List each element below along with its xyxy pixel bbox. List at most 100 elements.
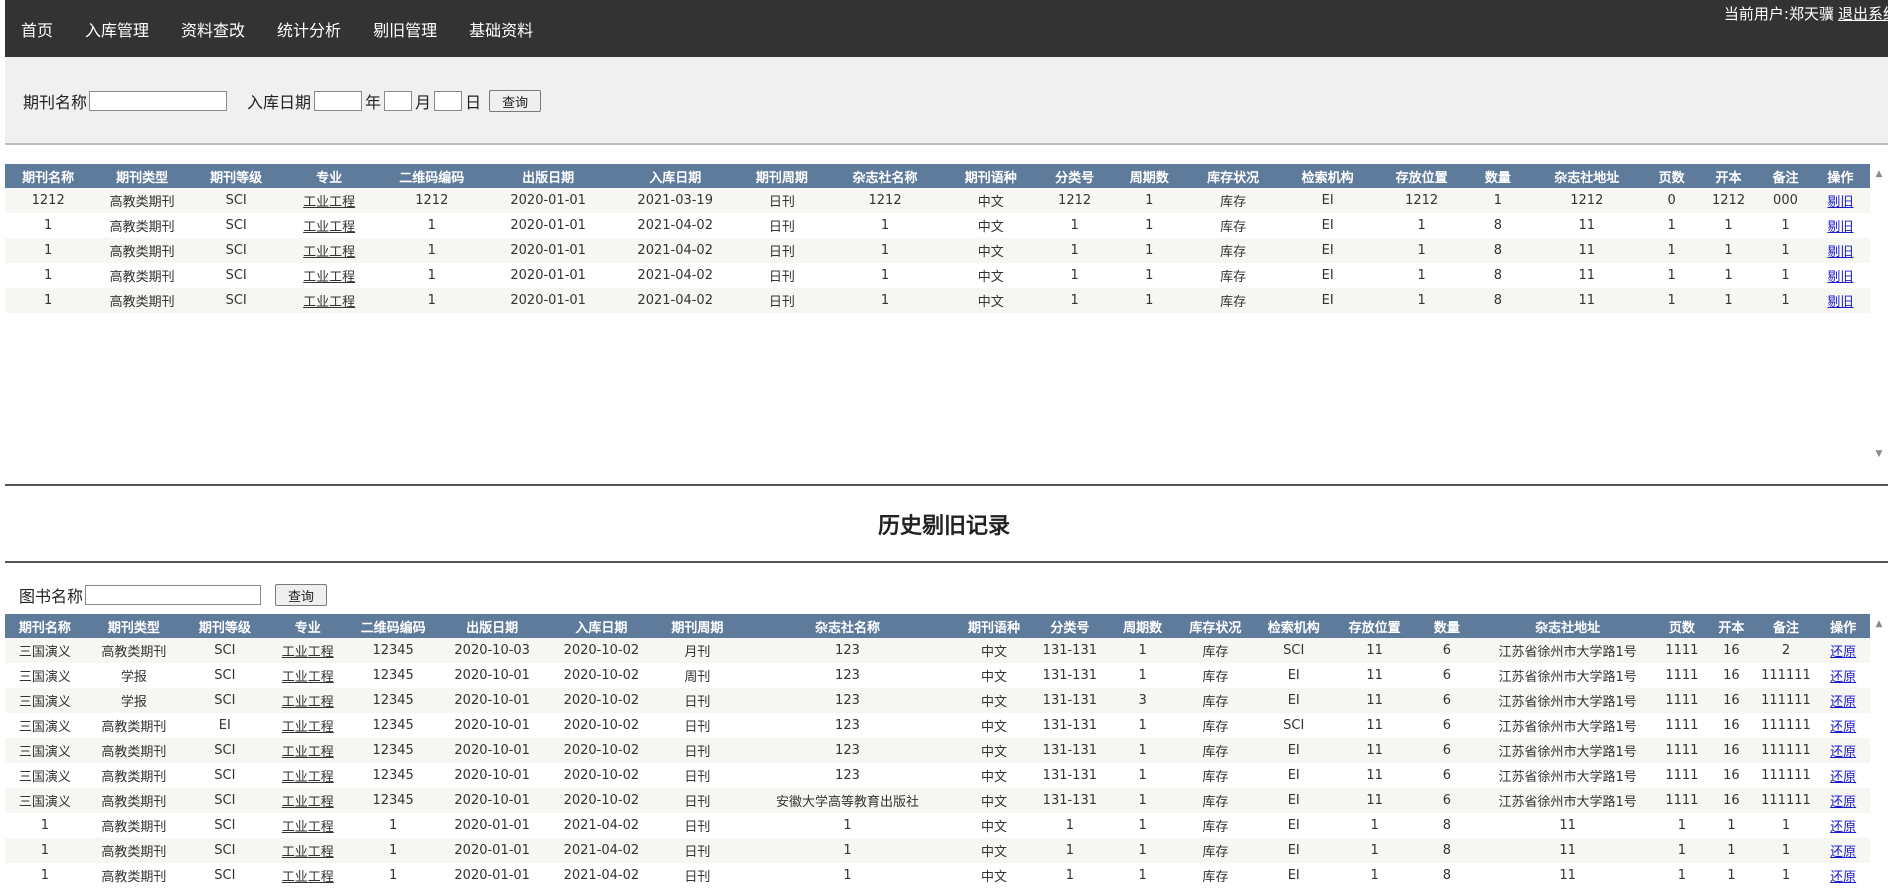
table-row: 1 高教类期刊 SCI 工业工程 1 2020-01-01 2021-04-02 日刊 1 中文 1… xyxy=(5,863,1870,888)
table-cell: 12345 xyxy=(348,763,438,788)
table-cell: 1 xyxy=(1707,813,1756,838)
major-link[interactable]: 工业工程 xyxy=(282,695,334,710)
restore-link[interactable]: 还原 xyxy=(1830,670,1856,685)
table-cell: 还原 xyxy=(1816,713,1870,738)
restore-link[interactable]: 还原 xyxy=(1830,770,1856,785)
nav-item-data-edit[interactable]: 资料查改 xyxy=(181,17,245,41)
scroll-up-arrow-icon[interactable]: ▲ xyxy=(1870,619,1888,629)
table-cell: 工业工程 xyxy=(266,663,349,688)
table-cell: 日刊 xyxy=(655,813,739,838)
table-cell: 11 xyxy=(1478,838,1657,863)
table-cell: SCI xyxy=(193,288,280,313)
book-name-input[interactable] xyxy=(85,585,262,605)
weed-out-link[interactable]: 剔旧 xyxy=(1827,245,1853,260)
table-cell: 库存 xyxy=(1177,763,1254,788)
table-cell: 中文 xyxy=(945,213,1037,238)
month-input[interactable] xyxy=(384,91,413,111)
weed-out-link[interactable]: 剔旧 xyxy=(1827,220,1853,235)
major-link[interactable]: 工业工程 xyxy=(303,245,355,260)
major-link[interactable]: 工业工程 xyxy=(303,295,355,310)
table-cell: 1 xyxy=(1334,838,1416,863)
restore-link[interactable]: 还原 xyxy=(1830,745,1856,760)
weed-out-link[interactable]: 剔旧 xyxy=(1827,295,1853,310)
table-cell: 2020-10-03 xyxy=(437,638,547,663)
table-cell: 1 xyxy=(1656,838,1708,863)
day-input[interactable] xyxy=(434,91,463,111)
table-row: 1 高教类期刊 SCI 工业工程 1 2020-01-01 2021-04-02 日刊 1 中文 1… xyxy=(5,838,1870,863)
nav-item-statistics[interactable]: 统计分析 xyxy=(277,17,341,41)
major-link[interactable]: 工业工程 xyxy=(282,795,334,810)
table-cell: EI xyxy=(1280,238,1375,263)
current-user-label: 当前用户:郑天骥 xyxy=(1723,5,1834,23)
table-row: 1 高教类期刊 SCI 工业工程 1 2020-01-01 2021-04-02 日刊 1 中文 1… xyxy=(5,288,1870,313)
journal-name-input[interactable] xyxy=(89,91,228,111)
weed-out-link[interactable]: 剔旧 xyxy=(1827,270,1853,285)
major-link[interactable]: 工业工程 xyxy=(282,720,334,735)
table-cell: 2021-03-19 xyxy=(611,188,739,213)
table-row: 三国演义 高教类期刊 SCI 工业工程 12345 2020-10-01 2020-10-0… xyxy=(5,763,1870,788)
table-cell: 工业工程 xyxy=(266,763,349,788)
table-cell: 还原 xyxy=(1816,788,1870,813)
table-cell: 1212 xyxy=(1374,188,1469,213)
restore-link[interactable]: 还原 xyxy=(1830,845,1856,860)
restore-link[interactable]: 还原 xyxy=(1830,795,1856,810)
table-cell: 日刊 xyxy=(738,288,826,313)
table-cell: 三国演义 xyxy=(5,663,85,688)
major-link[interactable]: 工业工程 xyxy=(282,770,334,785)
table-cell: SCI xyxy=(1253,638,1335,663)
table-cell: 123 xyxy=(738,738,957,763)
table-cell: 1212 xyxy=(1527,188,1647,213)
table-cell: EI xyxy=(1253,688,1335,713)
table-cell: 1111 xyxy=(1656,788,1708,813)
column-header: 出版日期 xyxy=(484,164,612,188)
year-input[interactable] xyxy=(314,91,363,111)
major-link[interactable]: 工业工程 xyxy=(303,195,355,210)
restore-link[interactable]: 还原 xyxy=(1830,870,1856,885)
table-cell: 131-131 xyxy=(1031,688,1108,713)
scroll-up-arrow-icon[interactable]: ▲ xyxy=(1870,169,1888,179)
column-header: 期刊类型 xyxy=(91,164,193,188)
table-cell: 1 xyxy=(738,813,957,838)
journal-query-button[interactable]: 查询 xyxy=(489,90,542,112)
column-header: 期刊等级 xyxy=(182,614,267,638)
major-link[interactable]: 工业工程 xyxy=(282,870,334,885)
table-cell: 库存 xyxy=(1185,263,1281,288)
logout-link[interactable]: 退出系统 xyxy=(1838,5,1888,23)
major-link[interactable]: 工业工程 xyxy=(282,670,334,685)
table-cell: 1 xyxy=(1107,663,1178,688)
table-cell: 三国演义 xyxy=(5,763,85,788)
table-cell: 江苏省徐州市大学路1号 xyxy=(1478,688,1657,713)
restore-link[interactable]: 还原 xyxy=(1830,820,1856,835)
nav-item-home[interactable]: 首页 xyxy=(21,17,53,41)
nav-item-weeding[interactable]: 剔旧管理 xyxy=(373,17,437,41)
table1-scrollbar[interactable]: ▲ ▼ xyxy=(1870,164,1888,464)
table-cell: 1111 xyxy=(1656,688,1708,713)
scroll-down-arrow-icon[interactable]: ▼ xyxy=(1870,449,1888,459)
table-cell: 131-131 xyxy=(1031,763,1108,788)
table2-scrollbar[interactable]: ▲ xyxy=(1870,614,1888,888)
restore-link[interactable]: 还原 xyxy=(1830,720,1856,735)
restore-link[interactable]: 还原 xyxy=(1830,695,1856,710)
table-cell: 1 xyxy=(1697,213,1761,238)
table-cell: 131-131 xyxy=(1031,638,1108,663)
history-section-title: 历史剔旧记录 xyxy=(877,514,1010,539)
major-link[interactable]: 工业工程 xyxy=(282,645,334,660)
table-cell: 1 xyxy=(1107,863,1178,888)
restore-link[interactable]: 还原 xyxy=(1830,645,1856,660)
table-cell: SCI xyxy=(182,863,267,888)
major-link[interactable]: 工业工程 xyxy=(282,845,334,860)
table-cell: 1 xyxy=(5,288,92,313)
table-cell: 1 xyxy=(1760,263,1811,288)
nav-item-base-data[interactable]: 基础资料 xyxy=(469,17,533,41)
table-cell: 2021-04-02 xyxy=(611,213,739,238)
major-link[interactable]: 工业工程 xyxy=(282,820,334,835)
nav-item-stock-in[interactable]: 入库管理 xyxy=(85,17,149,41)
major-link[interactable]: 工业工程 xyxy=(303,220,355,235)
table-cell: 1 xyxy=(825,238,946,263)
major-link[interactable]: 工业工程 xyxy=(303,270,355,285)
table-cell: 高教类期刊 xyxy=(84,813,183,838)
table-cell: EI xyxy=(1280,288,1375,313)
history-query-button[interactable]: 查询 xyxy=(275,584,328,606)
weed-out-link[interactable]: 剔旧 xyxy=(1827,195,1853,210)
major-link[interactable]: 工业工程 xyxy=(282,745,334,760)
